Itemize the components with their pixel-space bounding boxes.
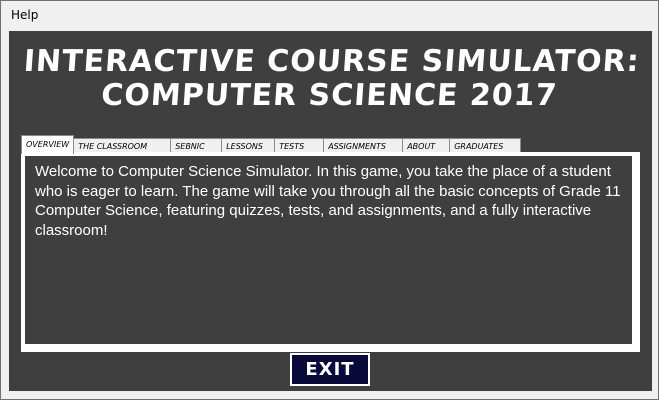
app-window: Help Interactive Course Simulator: Compu… [0, 0, 659, 400]
tab-overview[interactable]: Overview [21, 135, 75, 154]
overview-text: Welcome to Computer Science Simulator. I… [35, 163, 621, 239]
menu-bar: Help [1, 1, 658, 27]
tab-panel-content: Welcome to Computer Science Simulator. I… [23, 154, 634, 346]
main-area: Interactive Course Simulator: Computer S… [9, 31, 652, 391]
tab-panel: Welcome to Computer Science Simulator. I… [21, 152, 640, 352]
title-line-2: Computer Science 2017 [100, 78, 559, 113]
exit-button[interactable]: EXIT [290, 353, 370, 386]
menu-help[interactable]: Help [5, 7, 44, 23]
title-line-1: Interactive Course Simulator: [22, 44, 641, 79]
app-title: Interactive Course Simulator: Computer S… [7, 44, 655, 113]
tab-strip: Overview The Classroom SEBNIC Lessons Te… [21, 135, 522, 154]
